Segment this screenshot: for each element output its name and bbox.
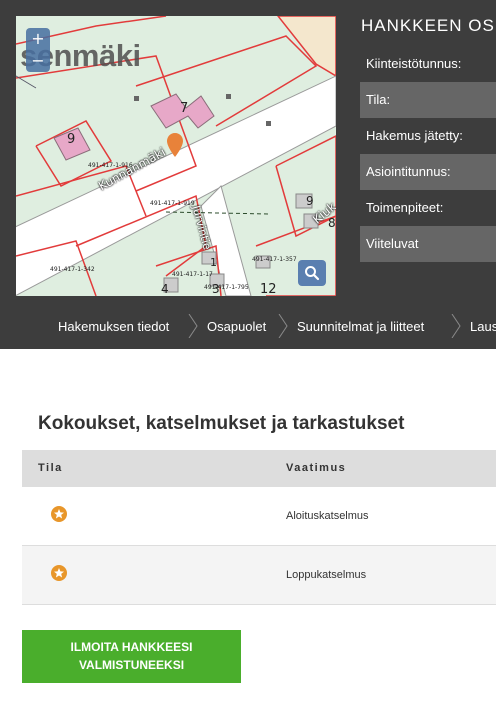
parcel-code: 491-417-1-919 — [150, 200, 195, 207]
chevron-right-icon — [188, 314, 198, 338]
info-label: Toimenpiteet: — [366, 200, 444, 215]
zoom-out-button[interactable]: − — [26, 50, 50, 72]
table-header: Tila Vaatimus — [22, 450, 496, 487]
section-title: Kokoukset, katselmukset ja tarkastukset — [38, 413, 405, 434]
parcel-code: 491-417-1-795 — [204, 284, 249, 291]
info-row-actions: Toimenpiteet: — [360, 190, 496, 226]
map-search-button[interactable] — [298, 260, 326, 286]
parcel-number: 9 — [67, 132, 76, 147]
star-icon — [51, 565, 67, 581]
parcel-code: 491-417-1-17 — [172, 271, 213, 278]
project-header: senmäki Kunnanmäki Jurvintie Kiuk 9 7 9 … — [0, 0, 496, 349]
requirement-cell: Loppukatselmus — [286, 569, 367, 581]
star-icon — [51, 506, 67, 522]
requirement-cell: Aloituskatselmus — [286, 510, 369, 522]
zoom-control: + − — [26, 28, 50, 72]
info-row-reference-permits: Viiteluvat — [360, 226, 496, 262]
parcel-number: 12 — [260, 282, 277, 296]
chevron-right-icon — [278, 314, 288, 338]
chevron-right-icon — [451, 314, 461, 338]
parcel-number: 7 — [180, 101, 189, 116]
button-label-line-1: ILMOITA HANKKEESI — [70, 640, 193, 654]
report-project-completed-button[interactable]: ILMOITA HANKKEESI VALMISTUNEEKSI — [22, 630, 241, 683]
search-icon — [305, 266, 320, 281]
parcel-code: 491-417-1-342 — [50, 266, 95, 273]
tab-bar: Hakemuksen tiedot Osapuolet Suunnitelmat… — [0, 310, 496, 343]
info-row-status: Tila: — [360, 82, 496, 118]
table-row[interactable]: Loppukatselmus — [22, 546, 496, 605]
parcel-code: 491-417-1-357 — [252, 256, 297, 263]
info-row-property-id: Kiinteistötunnus: — [360, 46, 496, 82]
column-header-status: Tila — [38, 462, 63, 474]
info-label: Hakemus jätetty: — [366, 128, 463, 143]
info-label: Viiteluvat — [366, 236, 419, 251]
map-marker-icon[interactable] — [166, 132, 184, 158]
table-row[interactable]: Aloituskatselmus — [22, 487, 496, 546]
tab-parties[interactable]: Osapuolet — [207, 310, 266, 343]
parcel-number: 9 — [306, 194, 314, 208]
tab-statements[interactable]: Laus — [470, 310, 496, 343]
zoom-in-button[interactable]: + — [26, 28, 50, 50]
tab-plans-and-attachments[interactable]: Suunnitelmat ja liitteet — [297, 310, 424, 343]
info-row-transaction-id: Asiointitunnus: — [360, 154, 496, 190]
project-info-title: HANKKEEN OS — [361, 16, 495, 35]
tab-application-details[interactable]: Hakemuksen tiedot — [58, 310, 169, 343]
info-label: Asiointitunnus: — [366, 164, 451, 179]
parcel-number: 1 — [210, 256, 217, 269]
info-label: Tila: — [366, 92, 391, 107]
info-label: Kiinteistötunnus: — [366, 56, 462, 71]
parcel-code: 491-417-1-916 — [88, 162, 133, 169]
column-header-requirement: Vaatimus — [286, 462, 347, 474]
parcel-number: 8 — [328, 216, 336, 230]
info-row-submitted: Hakemus jätetty: — [360, 118, 496, 154]
inspections-table: Tila Vaatimus Aloituskatselmus Loppukats… — [22, 450, 496, 605]
button-label-line-2: VALMISTUNEEKSI — [78, 658, 185, 672]
property-map[interactable]: senmäki Kunnanmäki Jurvintie Kiuk 9 7 9 … — [16, 16, 336, 296]
parcel-number: 4 — [161, 282, 169, 296]
